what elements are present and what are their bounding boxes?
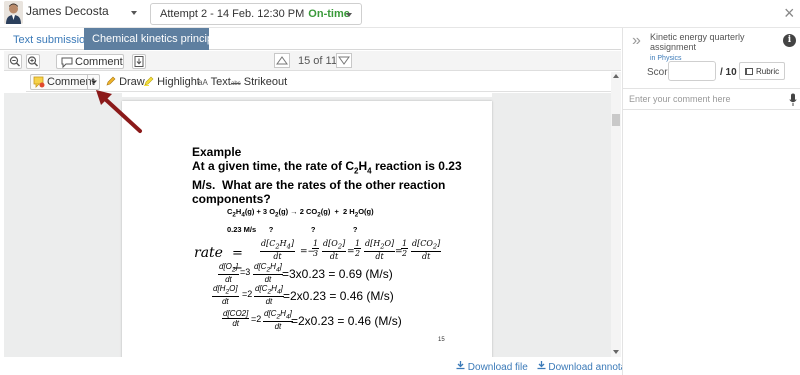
student-dropdown-chevron-icon[interactable] — [131, 11, 137, 15]
pdf-page[interactable]: Example At a given time, the rate of C2H… — [122, 101, 492, 357]
grading-header: » Kinetic energy quarterly assignment in… — [623, 28, 800, 62]
download-icon — [537, 361, 546, 370]
tab-pdf-file[interactable]: Chemical kinetics principle.pdf — [84, 28, 240, 50]
highlight-tool-label: Highlight — [157, 76, 200, 88]
text-tool[interactable]: aA Text — [198, 76, 231, 88]
top-bar: James Decosta Attempt 2 - 14 Feb. 12:30 … — [0, 0, 800, 28]
example-question: At a given time, the rate of C2H4 reacti… — [192, 159, 462, 207]
assignment-title: Kinetic energy quarterly assignment in P… — [650, 32, 780, 64]
submission-tabs: Text submission Chemical kinetics princi… — [0, 28, 621, 50]
download-icon — [134, 56, 144, 67]
previous-page-button[interactable] — [274, 53, 290, 68]
rate-h2o: ? — [352, 225, 358, 234]
download-pdf-button[interactable] — [132, 54, 146, 69]
equation-line-3: =2x0.23 = 0.46 (M/s) — [291, 314, 402, 328]
rubric-button[interactable]: Rubric — [739, 62, 785, 80]
reaction-equation: C2H4(g) + 3 O2(g) → 2 CO2(g) + 2 H2O(g) — [227, 207, 374, 219]
highlight-tool[interactable]: Highlight — [144, 76, 200, 88]
rate-o2: ? — [268, 225, 274, 234]
attempt-status: On-time — [308, 8, 350, 20]
score-input[interactable] — [668, 61, 716, 81]
zoom-in-icon — [27, 56, 38, 67]
assignment-name: Kinetic energy quarterly assignment — [650, 32, 745, 52]
triangle-down-icon — [338, 56, 350, 65]
student-name[interactable]: James Decosta — [26, 4, 109, 18]
text-size-icon: aA — [198, 78, 208, 87]
info-icon[interactable]: i — [783, 34, 796, 47]
download-file-label: Download file — [467, 362, 528, 373]
frac-co2: d[CO2] dt — [222, 309, 250, 328]
chevron-down-icon — [346, 13, 352, 17]
equation-line-1: =3x0.23 = 0.69 (M/s) — [282, 267, 393, 281]
eq-sign-3: =2 — [251, 314, 262, 324]
download-file-link[interactable]: Download file — [456, 361, 531, 373]
strikeout-tool-label: Strikeout — [243, 76, 288, 88]
scroll-down-icon[interactable] — [613, 350, 619, 354]
attempt-select[interactable]: Attempt 2 - 14 Feb. 12:30 PM On-time — [150, 3, 362, 25]
zoom-out-icon — [9, 56, 20, 67]
comment-mode-label: Comment — [75, 56, 123, 68]
pdf-page-number: 15 — [438, 337, 445, 343]
document-scrollbar[interactable] — [611, 72, 621, 357]
score-max: / 10 — [720, 67, 737, 78]
strikeout-icon: abc — [231, 81, 241, 87]
equation-line-2: =2x0.23 = 0.46 (M/s) — [283, 289, 394, 303]
frac-o2: d[O2] dt — [218, 262, 239, 284]
triangle-up-icon — [276, 56, 288, 65]
rubric-icon — [745, 68, 753, 75]
avatar — [4, 1, 23, 24]
pointer-arrow-icon — [96, 90, 142, 133]
scroll-up-icon[interactable] — [613, 74, 619, 78]
next-page-button[interactable] — [336, 53, 352, 68]
text-tool-label: Text — [210, 76, 231, 88]
rates-row: 0.23 M/s ? ? ? — [227, 225, 358, 234]
highlighter-icon — [144, 76, 154, 86]
feedback-comment-field[interactable]: Enter your comment here — [623, 88, 800, 110]
zoom-in-button[interactable] — [26, 54, 40, 69]
close-icon[interactable]: × — [784, 3, 795, 23]
frac-c2h4-1: d[C2H4] dt — [253, 262, 283, 284]
zoom-out-button[interactable] — [8, 54, 22, 69]
comment-note-icon — [33, 76, 45, 88]
eq-sign-1: =3 — [240, 267, 251, 277]
collapse-panel-icon[interactable]: » — [632, 32, 641, 50]
frac-h2o: d[H2O] dt — [212, 284, 239, 306]
strikeout-tool[interactable]: abc Strikeout — [231, 76, 287, 88]
pencil-icon — [106, 76, 116, 86]
rate-word: rate — [194, 245, 223, 261]
previous-page-edge — [122, 93, 492, 97]
download-icon — [456, 361, 465, 370]
eq-sign-2: =2 — [242, 289, 253, 299]
viewer-toolbar: Comment 15 of 116 — [4, 51, 621, 71]
attempt-label: Attempt 2 - 14 Feb. 12:30 PM — [160, 8, 305, 20]
attempt-select-value: Attempt 2 - 14 Feb. 12:30 PM On-time — [160, 8, 350, 20]
comment-mode-button[interactable]: Comment — [56, 54, 124, 69]
rubric-label: Rubric — [756, 67, 780, 76]
rate-c2h4: 0.23 M/s — [227, 225, 257, 234]
scrollbar-thumb[interactable] — [612, 114, 620, 126]
example-title: Example — [192, 145, 242, 159]
frac-c2h4-3: d[C2H4] dt — [263, 309, 293, 331]
grading-panel: » Kinetic energy quarterly assignment in… — [622, 28, 800, 375]
comment-placeholder: Enter your comment here — [629, 94, 731, 104]
speech-bubble-icon — [61, 57, 73, 69]
frac-c2h4-2: d[C2H4] dt — [254, 284, 284, 306]
rate-co2: ? — [310, 225, 316, 234]
microphone-icon[interactable] — [789, 93, 797, 107]
